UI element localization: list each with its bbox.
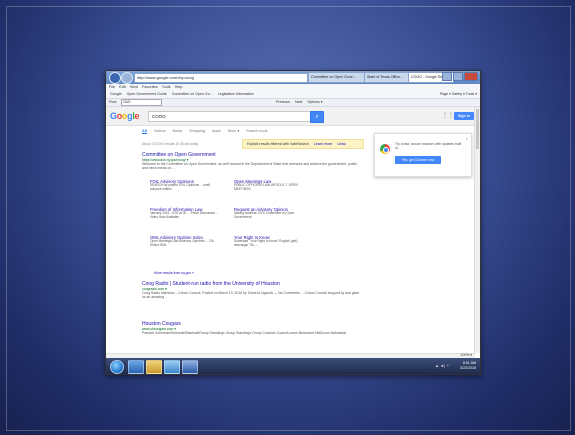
tab-search-tools[interactable]: Search tools bbox=[246, 129, 267, 133]
find-next[interactable]: Next bbox=[295, 100, 302, 104]
logo-letter: G bbox=[110, 111, 117, 121]
sitelink: Request an Advisory Opinion Mailing Addr… bbox=[234, 207, 304, 220]
tab-shopping[interactable]: Shopping bbox=[189, 129, 205, 133]
app-taskbar-icon[interactable] bbox=[182, 360, 198, 374]
clock[interactable]: 8:51 AM 3/22/2016 bbox=[460, 361, 476, 371]
google-header: Google COOG ⌕ ⋮⋮ Sign in bbox=[106, 107, 480, 126]
maximize-icon[interactable] bbox=[453, 72, 463, 81]
tab-committee[interactable]: Committee on Open Gove... bbox=[308, 72, 366, 83]
menu-bar: File Edit View Favorites Tools Help bbox=[106, 84, 480, 91]
menu-help[interactable]: Help bbox=[175, 85, 183, 89]
tab-more[interactable]: More ▾ bbox=[228, 129, 240, 133]
more-results-link[interactable]: More results from ny.gov » bbox=[154, 271, 194, 275]
search-tabs: All Videos News Shopping Apps More ▾ Sea… bbox=[142, 128, 274, 134]
sitelink: FOIL Advisory Opinions SEARCH all posted… bbox=[150, 179, 220, 192]
media-taskbar-icon[interactable] bbox=[164, 360, 180, 374]
find-input[interactable]: OAG bbox=[121, 99, 162, 106]
menu-favorites[interactable]: Favorites bbox=[142, 85, 158, 89]
safesearch-text: Explicit results filtered with SafeSearc… bbox=[247, 142, 309, 146]
menu-edit[interactable]: Edit bbox=[119, 85, 126, 89]
window-controls bbox=[442, 72, 478, 81]
scrollbar-thumb[interactable] bbox=[476, 109, 479, 149]
learn-more-link[interactable]: Learn more bbox=[314, 142, 332, 146]
address-bar[interactable]: http://www.google.com/#q=coog bbox=[134, 73, 308, 83]
search-input[interactable]: COOG bbox=[148, 111, 311, 122]
find-label: Find: bbox=[109, 100, 117, 105]
search-result: Committee on Open Government https://www… bbox=[142, 152, 362, 170]
menu-tools[interactable]: Tools bbox=[162, 85, 171, 89]
tab-apps[interactable]: Apps bbox=[212, 129, 221, 133]
chrome-promo-text: Try a fast, secure browser with updates … bbox=[395, 142, 462, 151]
menu-file[interactable]: File bbox=[109, 85, 115, 89]
tab-news[interactable]: News bbox=[173, 129, 183, 133]
logo-letter: e bbox=[134, 111, 140, 121]
ie-title-bar: http://www.google.com/#q=coog Committee … bbox=[106, 71, 480, 84]
sitelink: Freedom of Information Law January 2015 … bbox=[150, 207, 220, 220]
ie-taskbar-icon[interactable] bbox=[128, 360, 144, 374]
zoom-level[interactable]: 100% ▾ bbox=[461, 353, 472, 357]
favorite-open-gov-guide[interactable]: Open Government Guide bbox=[127, 92, 167, 96]
safesearch-notice: Explicit results filtered with SafeSearc… bbox=[242, 139, 364, 149]
command-bar[interactable]: Page ▾ Safety ▾ Tools ▾ bbox=[440, 91, 477, 98]
sitelink-desc: Mailing Address: NYS Committee on Open G… bbox=[234, 211, 295, 219]
sign-in-button[interactable]: Sign in bbox=[454, 112, 474, 120]
browser-screenshot: http://www.google.com/#q=coog Committee … bbox=[105, 70, 481, 375]
back-arrow-icon[interactable] bbox=[109, 72, 121, 84]
search-icon[interactable]: ⌕ bbox=[310, 111, 324, 123]
sitelink: Your Right to Know Download "Your Right … bbox=[234, 235, 304, 248]
undo-link[interactable]: Undo bbox=[337, 142, 346, 146]
find-previous[interactable]: Previous bbox=[276, 100, 290, 104]
start-button[interactable] bbox=[110, 360, 124, 374]
vertical-scrollbar[interactable] bbox=[474, 107, 480, 353]
search-result: Houston Cougars www.uhcougars.com ▾ Prac… bbox=[142, 321, 362, 335]
chrome-promo: × Try a fast, secure browser with update… bbox=[374, 133, 472, 177]
favorites-bar: Google Open Government Guide Committee o… bbox=[106, 91, 480, 99]
apps-grid-icon[interactable]: ⋮⋮ bbox=[442, 113, 454, 119]
windows-taskbar: ▲ ◄) ⚐ 8:51 AM 3/22/2016 bbox=[106, 358, 480, 374]
folder-taskbar-icon[interactable] bbox=[146, 360, 162, 374]
forward-arrow-icon[interactable] bbox=[121, 72, 133, 84]
sitelink-desc: PUBLIC OFFICERS LAW ARTICLE 7. OPEN MEET… bbox=[234, 183, 298, 191]
result-snippet: Welcome to the Committee on Open Governm… bbox=[142, 162, 358, 171]
close-icon[interactable] bbox=[464, 72, 478, 81]
tab-videos[interactable]: Videos bbox=[154, 129, 166, 133]
sitelink: OML Advisory Opinion Index Open Meetings… bbox=[150, 235, 220, 248]
sitelink-desc: Open Meetings Law Advisory Opinions ... … bbox=[150, 239, 214, 247]
system-tray-icons[interactable]: ▲ ◄) ⚐ bbox=[435, 363, 450, 368]
sitelink-desc: Download "Your Right to Know" English (p… bbox=[234, 239, 300, 247]
favorite-legislative[interactable]: Legislative Information bbox=[218, 92, 254, 96]
result-stats: About 372,000 results (0.35 seconds) bbox=[142, 142, 199, 146]
tab-state-of-texas[interactable]: State of Texas Office... bbox=[364, 72, 410, 83]
sitelink-desc: January 2015 - 5:30 at 30 ... Panel Disc… bbox=[150, 211, 218, 219]
get-chrome-button[interactable]: Yes, get Chrome now bbox=[395, 156, 441, 164]
find-options[interactable]: Options ▾ bbox=[307, 100, 322, 104]
favorite-google[interactable]: Google bbox=[110, 92, 122, 96]
close-icon[interactable]: × bbox=[466, 136, 468, 141]
result-snippet: Practice Schedule/Schedule/Baseball/Grou… bbox=[142, 331, 346, 335]
find-controls: Previous Next Options ▾ bbox=[276, 99, 327, 106]
chrome-logo-icon bbox=[380, 144, 390, 154]
result-snippet: Coog Radio Interview – Cohoe Council. Po… bbox=[142, 291, 360, 300]
tab-all[interactable]: All bbox=[142, 129, 147, 134]
favorite-committee[interactable]: Committee on Open Go... bbox=[172, 92, 213, 96]
sitelink: Open Meetings Law PUBLIC OFFICERS LAW AR… bbox=[234, 179, 304, 192]
search-result: Coog Radio | Student-run radio from the … bbox=[142, 281, 362, 299]
menu-view[interactable]: View bbox=[130, 85, 138, 89]
clock-date: 3/22/2016 bbox=[460, 366, 476, 370]
google-logo[interactable]: Google bbox=[110, 111, 140, 121]
minimize-icon[interactable] bbox=[442, 72, 452, 81]
find-bar: Find: OAG Previous Next Options ▾ bbox=[106, 99, 480, 107]
sitelink-desc: SEARCH all posted FOIL Opinions ... draf… bbox=[150, 183, 210, 191]
